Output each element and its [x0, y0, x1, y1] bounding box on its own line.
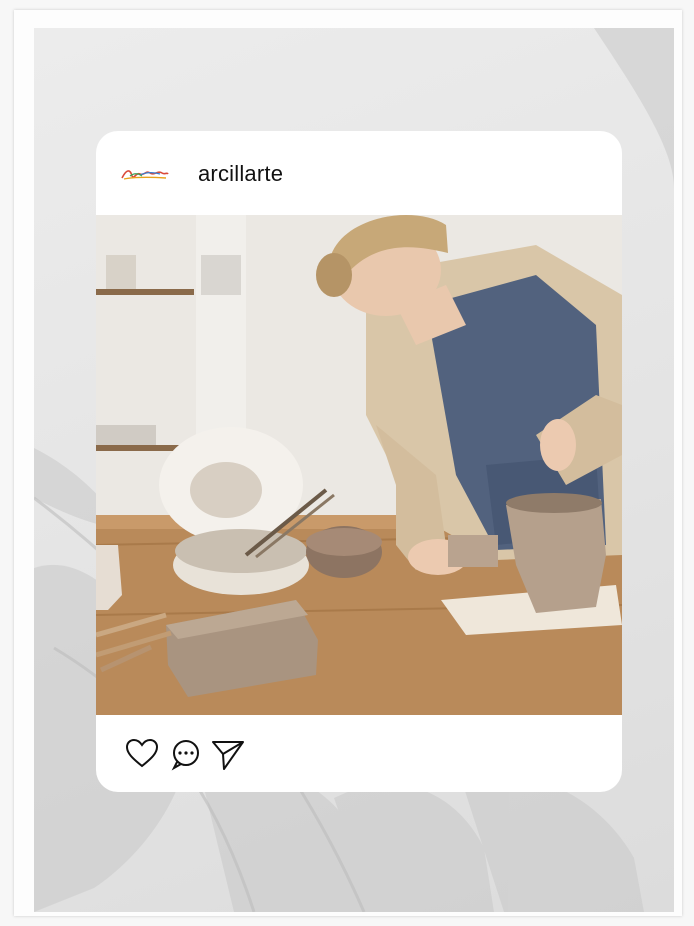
speech-bubble-icon: [171, 740, 199, 771]
post-actions: [96, 715, 622, 792]
brand-logo[interactable]: [120, 164, 170, 184]
heart-icon: [125, 738, 159, 768]
username[interactable]: arcillarte: [198, 161, 283, 187]
pottery-scene-image: [96, 215, 622, 715]
comment-button[interactable]: [168, 736, 204, 772]
share-button[interactable]: [210, 736, 246, 772]
post-photo[interactable]: [96, 215, 622, 715]
post-card: arcillarte: [96, 131, 622, 792]
paper-plane-icon: [212, 741, 244, 770]
post-header: arcillarte: [96, 131, 622, 215]
like-button[interactable]: [124, 736, 160, 772]
